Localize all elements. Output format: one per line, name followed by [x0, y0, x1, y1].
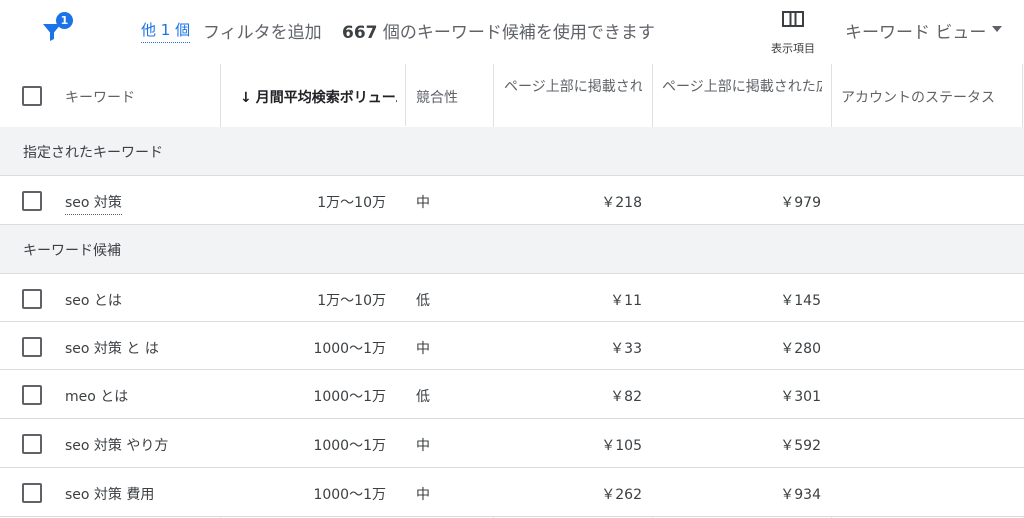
filter-button[interactable]: 1 — [36, 12, 76, 48]
table-row: seo 対策 1万～10万 中 ￥218 ￥979 — [0, 176, 1024, 224]
divider — [0, 516, 1024, 517]
columns-icon — [782, 11, 804, 27]
sort-arrow-icon: ↓ — [240, 90, 252, 106]
header-account-status[interactable]: アカウントのステータス — [841, 64, 1016, 126]
bid-high-cell: ￥592 — [780, 438, 821, 454]
header-top-bid-high[interactable]: ページ上部に掲載された広告の入札単価（高額帯） — [662, 64, 822, 126]
competition-cell: 中 — [416, 195, 430, 211]
header-competition-label: 競合性 — [416, 90, 458, 106]
row-checkbox[interactable] — [22, 483, 42, 503]
keyword-cell[interactable]: meo とは — [65, 386, 128, 406]
competition-cell: 中 — [416, 487, 430, 503]
bid-low-cell: ￥11 — [610, 293, 642, 309]
competition-cell: 低 — [416, 293, 430, 309]
bid-high-cell: ￥934 — [780, 487, 821, 503]
bid-high-cell: ￥280 — [780, 341, 821, 357]
keyword-cell[interactable]: seo 対策 費用 — [65, 484, 154, 504]
header-top-bid-low[interactable]: ページ上部に掲載された広告の入札単価（低額帯） — [504, 64, 642, 126]
table-row: seo とは 1万～10万 低 ￥11 ￥145 — [0, 274, 1024, 322]
row-checkbox[interactable] — [22, 191, 42, 211]
volume-cell: 1000～1万 — [313, 341, 386, 357]
table-row: meo とは 1000～1万 低 ￥82 ￥301 — [0, 370, 1024, 418]
columns-button[interactable]: 表示項目 — [762, 6, 824, 58]
table-row: seo 対策 費用 1000～1万 中 ￥262 ￥934 — [0, 468, 1024, 516]
filter-count-badge: 1 — [56, 12, 73, 29]
bid-high-cell: ￥301 — [780, 389, 821, 405]
view-select-value: キーワード ビュー — [845, 23, 987, 43]
bid-low-cell: ￥33 — [610, 341, 642, 357]
header-keyword[interactable]: キーワード — [65, 64, 215, 126]
bid-low-cell: ￥82 — [610, 389, 642, 405]
bid-high-cell: ￥145 — [780, 293, 821, 309]
group-header-row: 指定されたキーワード — [0, 127, 1024, 175]
columns-label: 表示項目 — [771, 42, 815, 55]
bid-low-cell: ￥105 — [601, 438, 642, 454]
keyword-count-suffix: 個のキーワード候補を使用できます — [377, 23, 655, 43]
header-avg-monthly-searches[interactable]: ↓ 月間平均検索ボリューム — [240, 64, 397, 126]
competition-cell: 低 — [416, 389, 430, 405]
more-filters-link[interactable]: 他 1 個 — [141, 19, 191, 43]
keyword-cell[interactable]: seo 対策 と は — [65, 338, 159, 358]
table-header: キーワード ↓月間平均検索ボリューム 競合性 ページ上部に掲載された広告の入札単… — [0, 64, 1024, 126]
header-account-status-label: アカウントのステータス — [841, 90, 995, 106]
bid-high-cell: ￥979 — [780, 195, 821, 211]
keyword-cell[interactable]: seo とは — [65, 290, 122, 310]
volume-cell: 1000～1万 — [313, 438, 386, 454]
table-row: seo 対策 と は 1000～1万 中 ￥33 ￥280 — [0, 322, 1024, 370]
bid-low-cell: ￥262 — [601, 487, 642, 503]
select-all-checkbox[interactable] — [22, 86, 42, 106]
volume-cell: 1000～1万 — [313, 389, 386, 405]
volume-cell: 1万～10万 — [317, 293, 386, 309]
row-checkbox[interactable] — [22, 337, 42, 357]
keyword-count-number: 667 — [342, 23, 378, 43]
group-header-row: キーワード候補 — [0, 225, 1024, 273]
keyword-cell[interactable]: seo 対策 — [65, 192, 122, 215]
row-checkbox[interactable] — [22, 385, 42, 405]
volume-cell: 1万～10万 — [317, 195, 386, 211]
keyword-table: キーワード ↓月間平均検索ボリューム 競合性 ページ上部に掲載された広告の入札単… — [0, 64, 1024, 518]
competition-cell: 中 — [416, 438, 430, 454]
header-competition[interactable]: 競合性 — [416, 64, 486, 126]
header-top-bid-low-label: ページ上部に掲載された広告の入札単価（低額帯） — [504, 79, 642, 95]
header-avg-monthly-searches-label: 月間平均検索ボリューム — [255, 90, 397, 106]
group-label: 指定されたキーワード — [23, 145, 163, 161]
table-row: seo 対策 やり方 1000～1万 中 ￥105 ￥592 — [0, 419, 1024, 467]
group-label: キーワード候補 — [23, 243, 121, 259]
caret-down-icon — [992, 26, 1002, 32]
keyword-cell[interactable]: seo 対策 やり方 — [65, 435, 168, 455]
filter-toolbar: 1 他 1 個 フィルタを追加 667 個のキーワード候補を使用できます 表示項… — [0, 0, 1024, 64]
add-filter-button[interactable]: フィルタを追加 — [203, 18, 322, 43]
view-select[interactable]: キーワード ビュー — [845, 18, 1010, 43]
bid-low-cell: ￥218 — [601, 195, 642, 211]
header-top-bid-high-label: ページ上部に掲載された広告の入札単価（高額帯） — [662, 79, 822, 95]
row-checkbox[interactable] — [22, 289, 42, 309]
keyword-count-text: 667 個のキーワード候補を使用できます — [342, 18, 655, 43]
column-divider — [405, 64, 406, 126]
row-checkbox[interactable] — [22, 434, 42, 454]
competition-cell: 中 — [416, 341, 430, 357]
volume-cell: 1000～1万 — [313, 487, 386, 503]
header-keyword-label: キーワード — [65, 90, 135, 106]
